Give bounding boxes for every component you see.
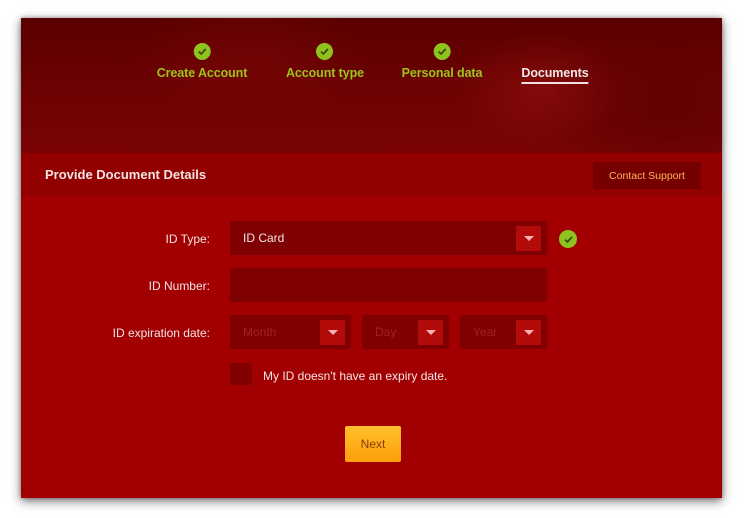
day-select[interactable]: Day [362,315,449,349]
id-type-value: ID Card [243,231,285,245]
month-select[interactable]: Month [230,315,351,349]
step-account-type[interactable]: Account type [286,43,364,80]
id-expiration-label: ID expiration date: [112,326,210,340]
contact-support-button[interactable]: Contact Support [593,162,701,189]
chevron-down-icon[interactable] [516,320,541,345]
chevron-down-icon[interactable] [320,320,345,345]
progress-steps: Create Account Account type Personal dat… [21,18,722,152]
check-circle-icon [193,43,211,60]
id-number-input[interactable] [230,268,547,302]
section-header: Provide Document Details Contact Support [21,152,722,195]
step-label-active: Documents [521,66,589,84]
year-placeholder: Year [473,325,498,339]
next-button[interactable]: Next [345,426,401,462]
check-circle-icon [433,43,451,60]
step-label: Account type [286,66,364,80]
registration-panel: Create Account Account type Personal dat… [21,18,722,498]
step-label: Personal data [401,66,483,80]
progress-header: Create Account Account type Personal dat… [21,18,722,152]
day-placeholder: Day [375,325,397,339]
no-expiry-checkbox[interactable] [230,363,252,385]
id-type-select[interactable]: ID Card [230,221,547,255]
month-placeholder: Month [243,325,277,339]
step-documents[interactable]: Documents [521,66,589,84]
chevron-down-icon[interactable] [418,320,443,345]
year-select[interactable]: Year [460,315,547,349]
check-circle-icon [316,43,334,60]
step-create-account[interactable]: Create Account [156,43,248,80]
step-label: Create Account [156,66,248,80]
no-expiry-label[interactable]: My ID doesn't have an expiry date. [263,369,447,383]
chevron-down-icon[interactable] [516,226,541,251]
section-title: Provide Document Details [45,167,207,182]
step-personal-data[interactable]: Personal data [401,43,483,80]
valid-check-icon [559,230,577,248]
id-type-label: ID Type: [165,232,210,246]
id-number-label: ID Number: [148,279,210,293]
